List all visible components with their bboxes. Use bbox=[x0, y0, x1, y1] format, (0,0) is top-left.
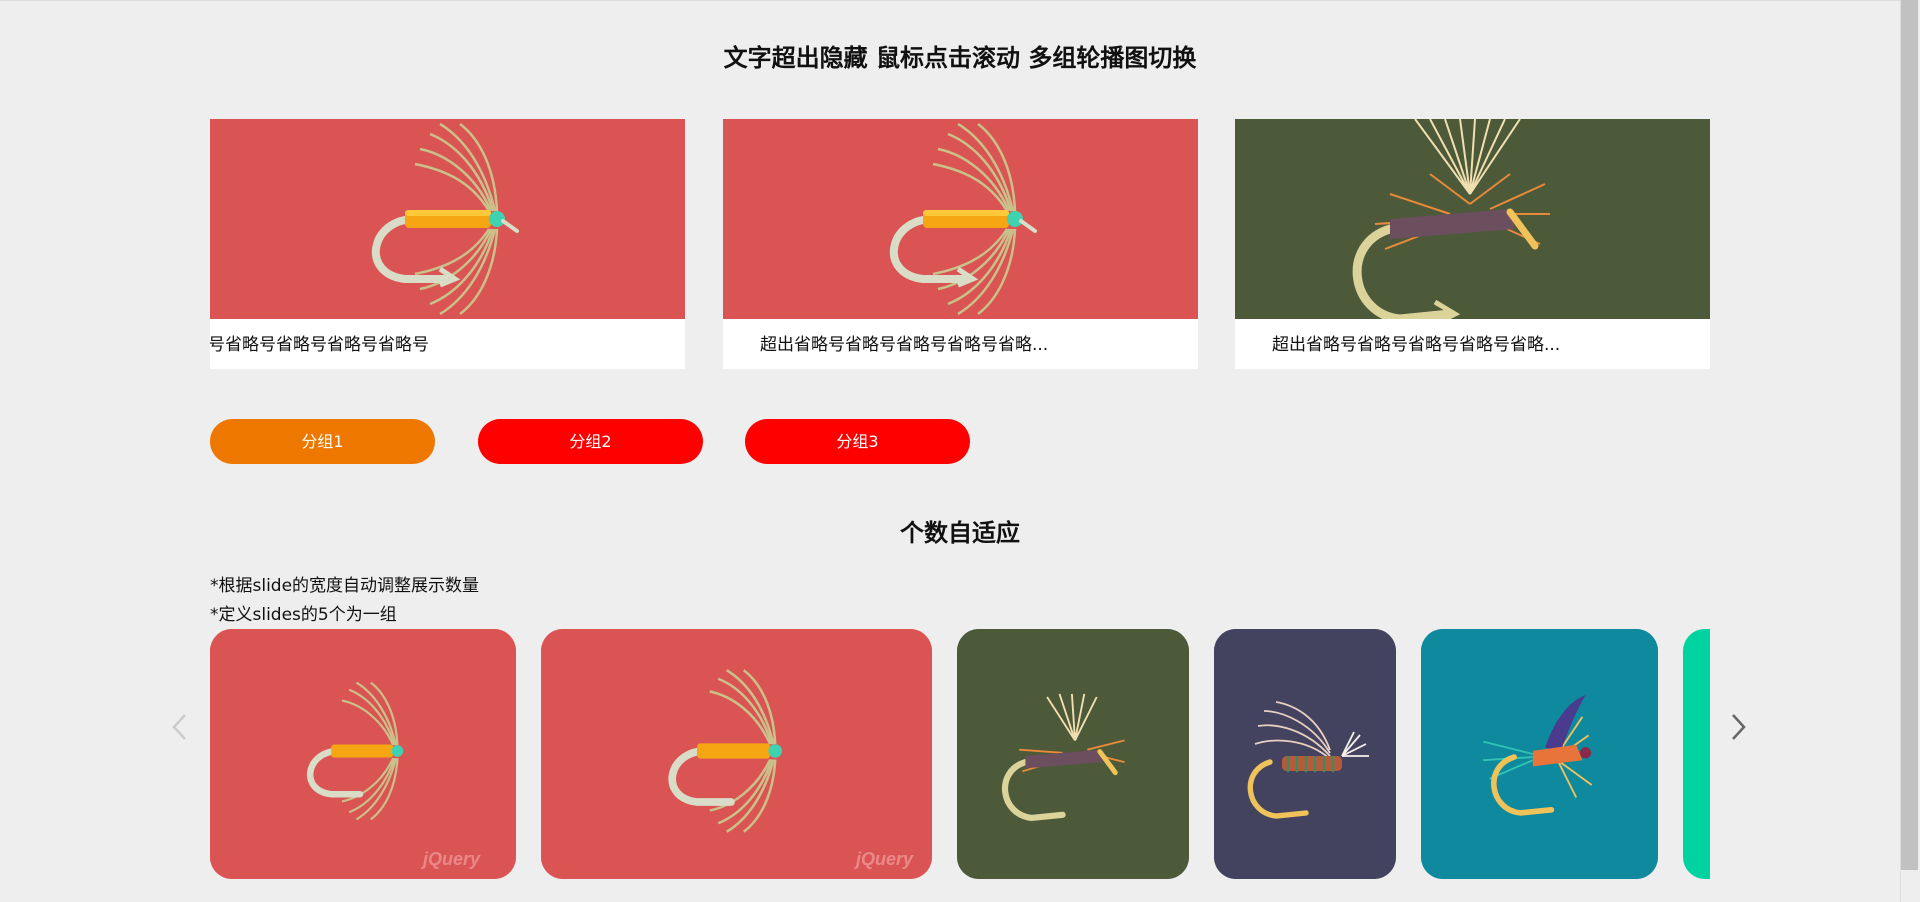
slide-tile[interactable] bbox=[1683, 629, 1710, 879]
group-button-1[interactable]: 分组1 bbox=[210, 419, 435, 464]
slide-tile[interactable] bbox=[1421, 629, 1658, 879]
top-divider bbox=[0, 0, 1900, 1]
adaptive-carousel[interactable]: jQuery jQuery bbox=[210, 629, 1710, 879]
note-line: *定义slides的5个为一组 bbox=[210, 605, 397, 625]
section-title: 个数自适应 bbox=[900, 519, 1020, 547]
text-carousel[interactable]: 号省略号省略号省略号省略号 超出省略号省略号省略号省略号省略... 超出省略号省… bbox=[210, 119, 1710, 369]
scrollbar-thumb[interactable] bbox=[1901, 0, 1918, 870]
fly-image bbox=[723, 119, 1198, 319]
group-button-3[interactable]: 分组3 bbox=[745, 419, 970, 464]
card-caption: 超出省略号省略号省略号省略号省略... bbox=[760, 335, 1049, 355]
carousel-card[interactable]: 超出省略号省略号省略号省略号省略... bbox=[1235, 119, 1710, 369]
page-title: 文字超出隐藏 鼠标点击滚动 多组轮播图切换 bbox=[723, 44, 1197, 72]
fly-image bbox=[210, 119, 685, 319]
svg-text:jQuery: jQuery bbox=[854, 849, 914, 869]
svg-text:jQuery: jQuery bbox=[421, 849, 481, 869]
slide-tile[interactable]: jQuery bbox=[541, 629, 932, 879]
note-line: *根据slide的宽度自动调整展示数量 bbox=[210, 576, 480, 596]
carousel-card[interactable]: 号省略号省略号省略号省略号 bbox=[210, 119, 685, 369]
group-button-2[interactable]: 分组2 bbox=[478, 419, 703, 464]
card-caption: 超出省略号省略号省略号省略号省略... bbox=[1272, 335, 1561, 355]
carousel-card[interactable]: 超出省略号省略号省略号省略号省略... bbox=[723, 119, 1198, 369]
card-caption: 号省略号省略号省略号省略号 bbox=[210, 335, 429, 355]
slide-tile[interactable]: jQuery bbox=[210, 629, 516, 879]
slide-tile[interactable] bbox=[1214, 629, 1396, 879]
notes: *根据slide的宽度自动调整展示数量 *定义slides的5个为一组 bbox=[210, 572, 479, 630]
chevron-right-icon[interactable] bbox=[1728, 712, 1748, 742]
chevron-left-icon[interactable] bbox=[170, 712, 190, 742]
scrollbar[interactable] bbox=[1900, 0, 1920, 902]
slide-tile[interactable] bbox=[957, 629, 1189, 879]
fly-image bbox=[1235, 119, 1710, 319]
